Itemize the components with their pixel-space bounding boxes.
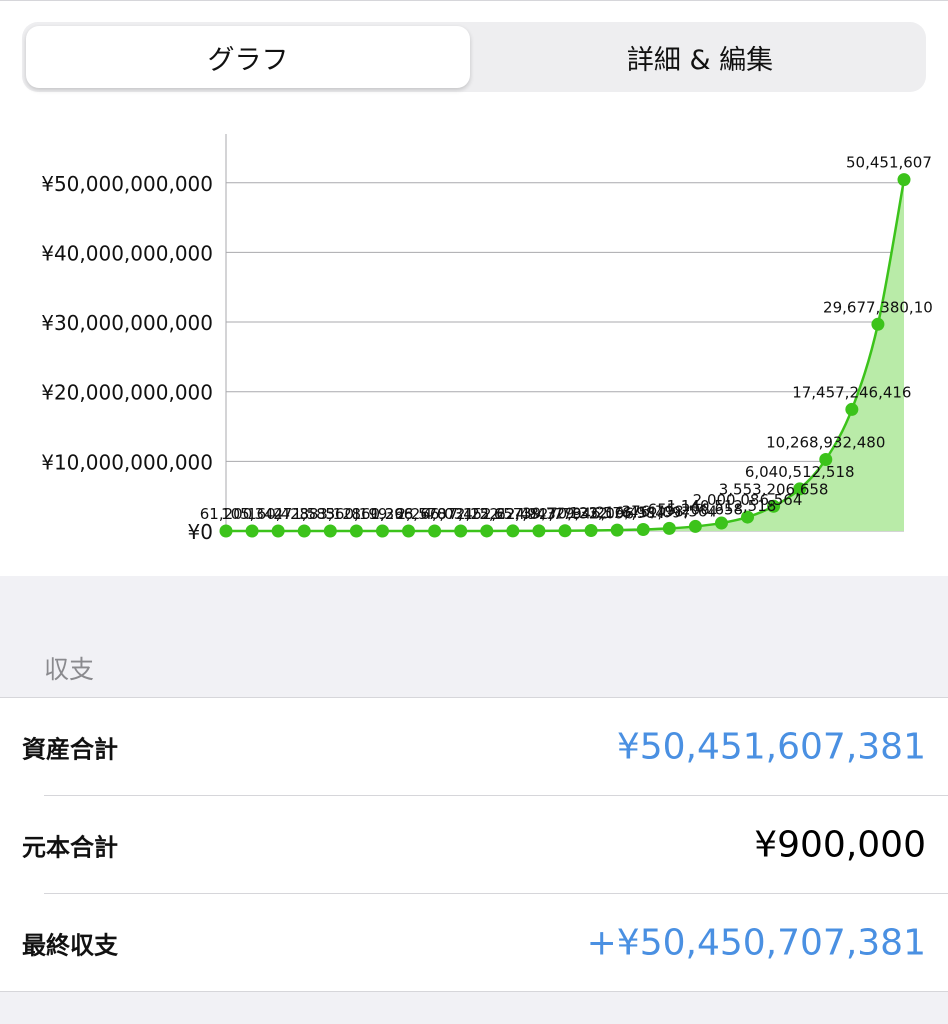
row-final-balance: 最終収支 +¥50,450,707,381: [0, 894, 948, 992]
data-point: [375, 524, 389, 538]
bottom-background: [0, 991, 948, 1024]
data-point: [506, 524, 520, 538]
data-point: [428, 524, 442, 538]
data-point: [219, 524, 233, 538]
data-point: [532, 524, 546, 538]
chart-svg: ¥0 ¥10,000,000,000 ¥20,000,000,000 ¥30,000,…: [41, 134, 933, 544]
section-header: 収支: [44, 655, 95, 684]
data-label: 6,040,512,518: [745, 463, 855, 481]
data-point: [558, 524, 572, 538]
data-point: [845, 402, 859, 416]
data-point: [897, 173, 911, 187]
y-tick-label: ¥20,000,000,000: [41, 381, 213, 405]
data-label: 29,677,380,10: [823, 298, 933, 316]
data-label: 50,451,607: [846, 154, 932, 172]
section-background: [0, 576, 948, 698]
y-tick-label: ¥50,000,000,000: [41, 172, 213, 196]
tab-details-edit[interactable]: 詳細 & 編集: [478, 26, 922, 88]
data-point: [323, 524, 337, 538]
row-total-principal: 元本合計 ¥900,000: [0, 796, 948, 894]
total-principal-value: ¥900,000: [754, 824, 926, 866]
tab-graph[interactable]: グラフ: [26, 26, 470, 88]
data-point: [245, 524, 259, 538]
y-tick-label: ¥40,000,000,000: [41, 241, 213, 265]
top-divider: [0, 0, 948, 1]
final-balance-label: 最終収支: [22, 931, 118, 960]
summary-list: 資産合計 ¥50,451,607,381 元本合計 ¥900,000 最終収支 …: [0, 697, 948, 992]
data-label: 17,457,246,416: [792, 383, 911, 401]
segmented-control: グラフ 詳細 & 編集: [22, 22, 926, 92]
data-point: [480, 524, 494, 538]
data-point: [297, 524, 311, 538]
data-label: 3,553,206,658: [719, 480, 829, 498]
total-assets-label: 資産合計: [22, 735, 118, 764]
data-label: 10,268,932,480: [766, 433, 885, 451]
y-tick-label: ¥0: [188, 520, 213, 544]
final-balance-value: +¥50,450,707,381: [586, 922, 926, 964]
data-point: [688, 519, 702, 533]
data-point: [271, 524, 285, 538]
data-point: [349, 524, 363, 538]
data-point: [871, 317, 885, 331]
y-tick-label: ¥10,000,000,000: [41, 450, 213, 474]
data-point: [610, 523, 624, 537]
data-point: [402, 524, 416, 538]
data-point: [584, 524, 598, 538]
y-tick-label: ¥30,000,000,000: [41, 311, 213, 335]
data-point: [636, 522, 650, 536]
data-point: [454, 524, 468, 538]
total-principal-label: 元本合計: [22, 833, 118, 862]
row-total-assets: 資産合計 ¥50,451,607,381: [0, 698, 948, 796]
data-point: [662, 521, 676, 535]
growth-chart: ¥0 ¥10,000,000,000 ¥20,000,000,000 ¥30,000,…: [0, 110, 948, 576]
total-assets-value: ¥50,451,607,381: [616, 726, 926, 768]
